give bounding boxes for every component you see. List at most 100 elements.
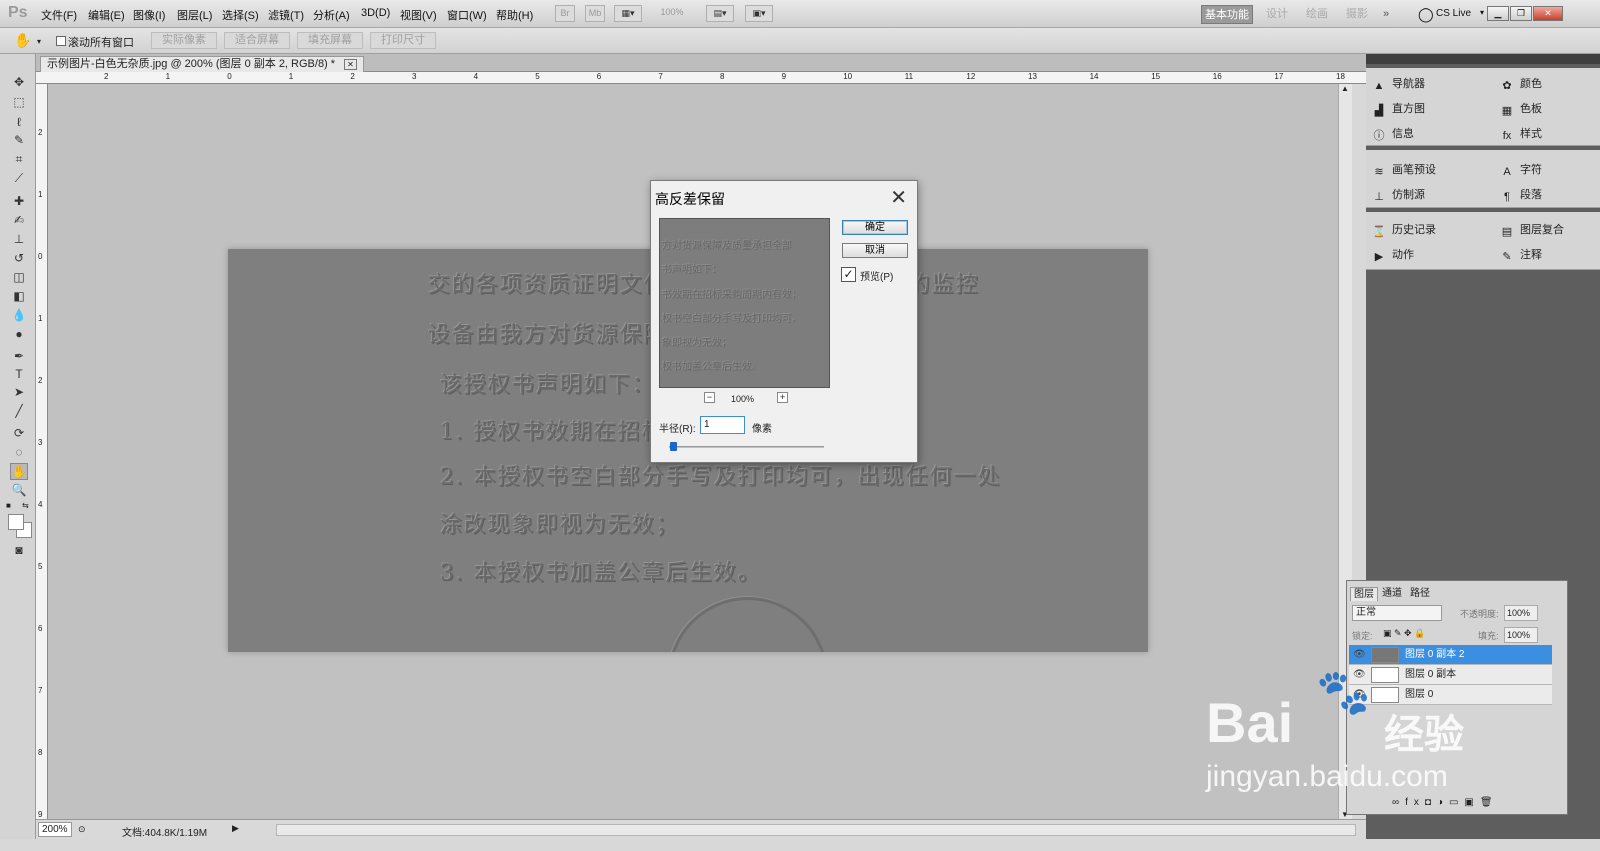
menu-select[interactable]: 选择(S) — [222, 7, 259, 23]
3d-orbit-tool-icon[interactable]: ◌ — [10, 444, 28, 461]
menu-filter[interactable]: 滤镜(T) — [268, 7, 304, 23]
lock-icons[interactable]: ▣ ✎ ✥ 🔒 — [1383, 628, 1425, 639]
eraser-tool-icon[interactable]: ◫ — [10, 269, 28, 286]
bridge-button[interactable]: Br — [555, 5, 575, 22]
minibridge-button[interactable]: Mb — [585, 5, 605, 22]
type-tool-icon[interactable]: T — [10, 366, 28, 383]
blend-mode-select[interactable]: 正常 — [1352, 605, 1442, 621]
workspace-essentials[interactable]: 基本功能 — [1201, 5, 1253, 24]
fit-screen-button[interactable]: 适合屏幕 — [224, 32, 290, 49]
workspace-painting[interactable]: 绘画 — [1302, 5, 1332, 24]
swap-colors-icon[interactable]: ⇆ — [22, 501, 29, 510]
paragraph-icon: ¶ — [1504, 191, 1510, 203]
actual-pixels-button[interactable]: 实际像素 — [151, 32, 217, 49]
fill-input[interactable]: 100% — [1504, 627, 1538, 643]
panel-history[interactable]: ⌛ 历史记录 — [1372, 220, 1436, 240]
preview-text-line: 书声明如下： — [662, 265, 722, 276]
quick-selection-tool-icon[interactable]: ✎ — [10, 132, 28, 149]
menu-file[interactable]: 文件(F) — [41, 7, 77, 23]
panel-swatches[interactable]: ▦ 色板 — [1500, 99, 1542, 119]
gradient-tool-icon[interactable]: ◧ — [10, 288, 28, 305]
panel-actions[interactable]: ▶ 动作 — [1372, 245, 1414, 265]
opacity-input[interactable]: 100% — [1504, 605, 1538, 621]
screen-mode-icon[interactable]: ▣▾ — [745, 5, 773, 22]
panel-histogram[interactable]: ▟ 直方图 — [1372, 99, 1425, 119]
radius-slider-track[interactable] — [669, 446, 824, 448]
path-selection-tool-icon[interactable]: ➤ — [10, 384, 28, 401]
workspace-more[interactable]: » — [1378, 5, 1394, 24]
preview-zoom-in-button[interactable]: + — [777, 392, 788, 403]
ok-button[interactable]: 确定 — [842, 220, 908, 235]
dodge-tool-icon[interactable]: ● — [10, 326, 28, 343]
menu-help[interactable]: 帮助(H) — [496, 7, 533, 23]
menu-layer[interactable]: 图层(L) — [177, 7, 212, 23]
close-window-button[interactable]: ✕ — [1533, 6, 1563, 21]
panel-notes[interactable]: ✎ 注释 — [1500, 245, 1542, 265]
status-menu-arrow-icon[interactable]: ▶ — [232, 823, 239, 834]
tool-preset-dropdown-icon[interactable]: ▾ — [37, 37, 41, 46]
menu-window[interactable]: 窗口(W) — [447, 7, 487, 23]
hand-tool-icon[interactable]: ✋ — [14, 32, 31, 49]
menu-image[interactable]: 图像(I) — [133, 7, 165, 23]
panel-info[interactable]: ⓘ 信息 — [1372, 124, 1415, 144]
preview-checkbox[interactable]: ✓ — [841, 267, 856, 282]
brush-tool-icon[interactable]: ✍ — [10, 212, 28, 229]
healing-brush-tool-icon[interactable]: ✚ — [10, 193, 28, 210]
move-tool-icon[interactable]: ✥ — [10, 74, 28, 91]
close-document-icon[interactable]: ✕ — [344, 59, 357, 70]
menu-edit[interactable]: 编辑(E) — [88, 7, 125, 23]
cs-live-dropdown-icon[interactable]: ▾ — [1480, 8, 1484, 17]
pen-tool-icon[interactable]: ✒ — [10, 348, 28, 365]
hand-tool-selected-icon[interactable]: ✋ — [10, 463, 28, 480]
panel-styles[interactable]: fx 样式 — [1500, 124, 1542, 144]
quick-mask-icon[interactable]: ◙ — [10, 542, 28, 559]
zoom-level[interactable]: 100% — [650, 5, 694, 22]
marquee-tool-icon[interactable]: ⬚ — [10, 94, 28, 111]
line-tool-icon[interactable]: ╱ — [10, 403, 28, 420]
3d-rotate-tool-icon[interactable]: ⟳ — [10, 425, 28, 442]
cs-live-button[interactable]: CS Live — [1436, 8, 1471, 19]
fill-screen-button[interactable]: 填充屏幕 — [297, 32, 363, 49]
cancel-button[interactable]: 取消 — [842, 243, 908, 258]
blur-tool-icon[interactable]: 💧 — [10, 307, 28, 324]
zoom-tool-icon[interactable]: 🔍 — [10, 482, 28, 499]
panel-character[interactable]: A 字符 — [1500, 160, 1542, 180]
history-brush-tool-icon[interactable]: ↺ — [10, 250, 28, 267]
tab-layers[interactable]: 图层 — [1350, 587, 1378, 601]
preview-zoom-out-button[interactable]: − — [704, 392, 715, 403]
crop-tool-icon[interactable]: ⌗ — [10, 151, 28, 168]
scroll-up-icon[interactable]: ▲ — [1341, 84, 1349, 93]
restore-button[interactable]: ❐ — [1510, 6, 1532, 21]
clone-stamp-tool-icon[interactable]: ⊥ — [10, 231, 28, 248]
panel-brush-presets[interactable]: ≋ 画笔预设 — [1372, 160, 1436, 180]
close-icon[interactable]: ✕ — [890, 185, 907, 210]
eyedropper-tool-icon[interactable]: ⟋ — [10, 170, 28, 187]
scroll-all-windows-checkbox[interactable] — [56, 36, 66, 46]
view-extras-icon[interactable]: ▦▾ — [614, 5, 642, 22]
lasso-tool-icon[interactable]: ℓ — [10, 114, 28, 131]
workspace-design[interactable]: 设计 — [1262, 5, 1292, 24]
workspace-photography[interactable]: 摄影 — [1342, 5, 1372, 24]
minimize-button[interactable]: ▁ — [1487, 6, 1509, 21]
default-colors-icon[interactable]: ■ — [6, 501, 11, 510]
panel-navigator[interactable]: ▲ 导航器 — [1372, 74, 1425, 94]
arrange-documents-icon[interactable]: ▤▾ — [706, 5, 734, 22]
tab-paths[interactable]: 路径 — [1407, 587, 1433, 601]
panel-paragraph[interactable]: ¶ 段落 — [1500, 185, 1542, 205]
horizontal-ruler: 2 1 0 1 2 3 4 5 6 7 8 9 10 11 12 13 14 15 16 17 18 — [36, 72, 1366, 84]
panel-color[interactable]: ✿ 颜色 — [1500, 74, 1542, 94]
menu-analysis[interactable]: 分析(A) — [313, 7, 350, 23]
radius-input[interactable]: 1 — [700, 416, 745, 434]
document-tab[interactable]: 示例图片-白色无杂质.jpg @ 200% (图层 0 副本 2, RGB/8)… — [40, 56, 364, 72]
horizontal-scrollbar[interactable] — [276, 824, 1356, 836]
print-size-button[interactable]: 打印尺寸 — [370, 32, 436, 49]
menu-view[interactable]: 视图(V) — [400, 7, 437, 23]
tab-channels[interactable]: 通道 — [1379, 587, 1405, 601]
radius-slider-thumb[interactable] — [670, 442, 677, 451]
panel-layer-comps[interactable]: ▤ 图层复合 — [1500, 220, 1564, 240]
preview-pane[interactable]: 方对货源保障及质量承担全部 书声明如下： 书效期在招标采购周期内有效； 权书空白… — [659, 218, 830, 388]
panel-clone-source[interactable]: ⊥ 仿制源 — [1372, 185, 1425, 205]
foreground-color-swatch[interactable] — [8, 514, 24, 530]
menu-3d[interactable]: 3D(D) — [361, 7, 390, 19]
zoom-field[interactable]: 200% — [38, 822, 72, 837]
